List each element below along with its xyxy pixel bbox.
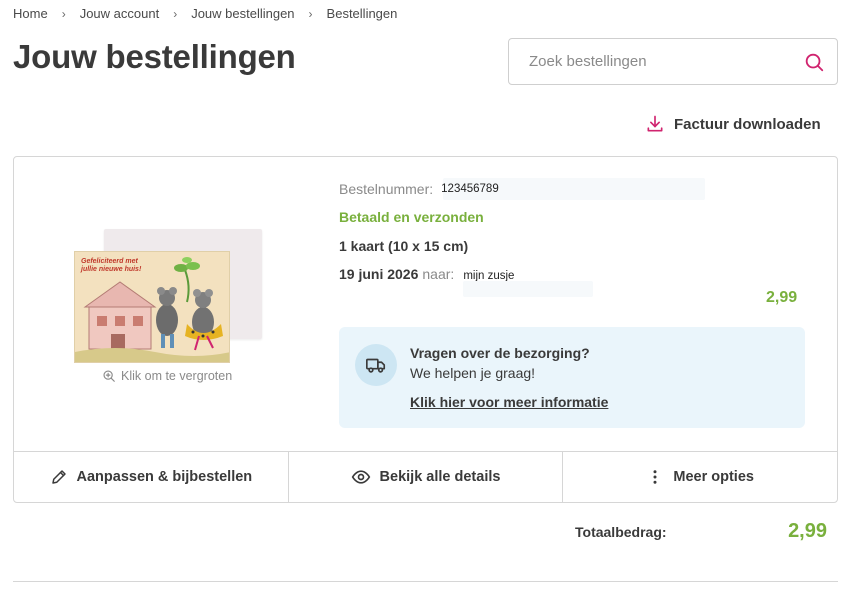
truck-icon-container [355,344,397,386]
delivery-info-box: Vragen over de bezorging? We helpen je g… [339,327,805,428]
chevron-right-icon: › [173,6,178,21]
zoom-hint[interactable]: Klik om te vergroten [102,369,232,383]
order-date-row: 19 juni 2026 naar: mijn zusje [339,266,593,297]
edit-reorder-button[interactable]: Aanpassen & bijbestellen [14,452,289,502]
breadcrumb-account[interactable]: Jouw account [80,6,160,21]
invoice-download-button[interactable]: Factuur downloaden [645,114,821,134]
more-options-button[interactable]: Meer opties [563,452,837,502]
invoice-download-label: Factuur downloaden [674,115,821,133]
order-number-value: 123456789 [441,183,499,195]
delivery-info-link[interactable]: Klik hier voor meer informatie [410,394,608,410]
total-label: Totaalbedrag: [575,523,667,540]
edit-reorder-label: Aanpassen & bijbestellen [76,469,253,485]
page-title: Jouw bestellingen [13,38,296,75]
breadcrumb-current: Bestellingen [326,6,398,21]
total-row: Totaalbedrag: 2,99 [575,520,827,543]
order-number-label: Bestelnummer: [339,181,434,197]
greeting-card-image[interactable]: Gefeliciteerd met jullie nieuwe huis! [74,251,230,363]
chevron-right-icon: › [61,6,66,21]
chevron-right-icon: › [308,6,313,21]
download-icon [647,115,663,132]
pencil-icon [51,470,66,484]
breadcrumb: Home › Jouw account › Jouw bestellingen … [13,6,397,21]
total-value: 2,99 [788,520,827,542]
zoom-in-icon [103,370,115,382]
zoom-hint-label: Klik om te vergroten [121,369,233,383]
order-to-label: naar: [422,266,455,282]
breadcrumb-home[interactable]: Home [13,6,48,21]
order-product: 1 kaart (10 x 15 cm) [339,238,469,254]
order-date: 19 juni 2026 [339,266,419,282]
delivery-question-subtitle: We helpen je graag! [410,365,536,381]
order-number-row: Bestelnummer: 123456789 [339,178,705,200]
search-icon[interactable] [803,51,825,73]
truck-icon [366,358,386,373]
more-vertical-icon [653,470,657,484]
search-input[interactable] [529,53,789,70]
more-options-label: Meer opties [673,469,754,485]
divider [13,581,838,582]
order-actions: Aanpassen & bijbestellen Bekijk alle det… [14,451,837,502]
order-info: Bestelnummer: 123456789 Betaald en verzo… [339,178,705,297]
view-details-button[interactable]: Bekijk alle details [289,452,564,502]
delivery-question-title: Vragen over de bezorging? [410,345,590,361]
redaction-mask [463,281,593,297]
breadcrumb-orders[interactable]: Jouw bestellingen [191,6,294,21]
order-price: 2,99 [766,289,798,306]
order-status: Betaald en verzonden [339,209,484,225]
card-thumbnail[interactable]: Gefeliciteerd met jullie nieuwe huis! [74,229,264,369]
eye-icon [351,470,370,484]
view-details-label: Bekijk alle details [379,469,501,485]
search-box[interactable] [508,38,838,85]
order-card: Gefeliciteerd met jullie nieuwe huis! Kl… [13,156,838,503]
card-illustration [75,257,229,362]
